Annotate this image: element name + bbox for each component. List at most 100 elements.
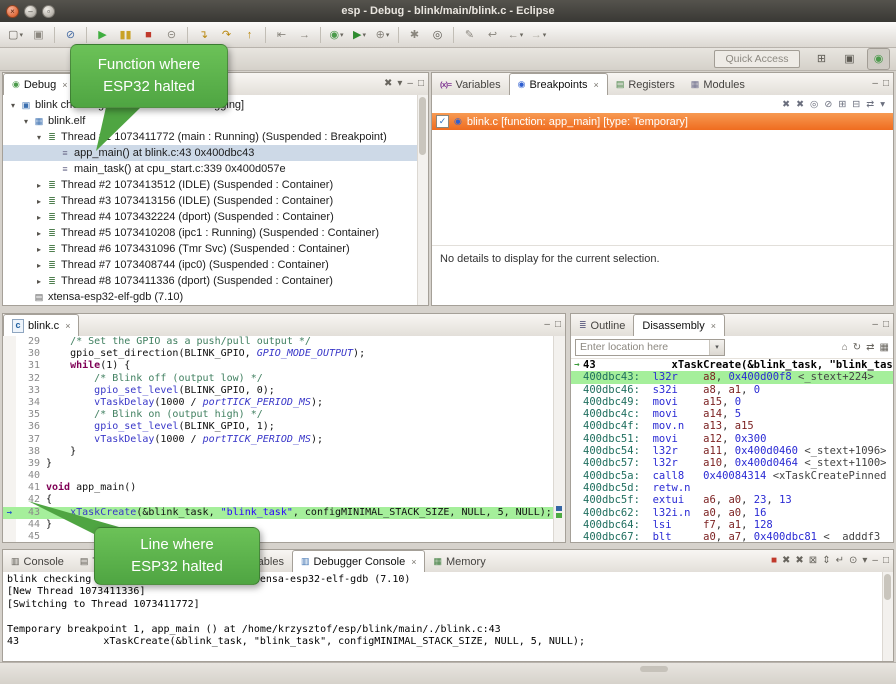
maximize-icon[interactable]: □ <box>883 555 889 566</box>
code-line[interactable]: 40 <box>3 470 554 482</box>
code-line[interactable]: 33 gpio_set_level(BLINK_GPIO, 0); <box>3 385 554 397</box>
tab-outline[interactable]: ≣Outline <box>571 315 633 336</box>
disassembly-line[interactable]: 400dbc62: l32i.n a0, a0, 16 <box>571 507 893 519</box>
tab-close-icon[interactable]: × <box>62 80 67 90</box>
tree-item[interactable]: ▸≣Thread #3 1073413156 (IDLE) (Suspended… <box>3 193 428 209</box>
scroll-lock-icon[interactable]: ⇕ <box>822 555 830 566</box>
build-button[interactable]: ✱ <box>404 25 425 45</box>
disassembly-line[interactable]: 400dbc64: lsi f7, a1, 128 <box>571 519 893 531</box>
maximize-icon[interactable]: □ <box>418 78 424 89</box>
dropdown-arrow-icon[interactable]: ▾ <box>19 31 23 39</box>
debug-button[interactable]: ◉▾ <box>326 25 347 45</box>
drop-to-frame-button[interactable]: ⇤ <box>271 25 292 45</box>
pin-console-icon[interactable]: ⊙ <box>849 555 857 566</box>
maximize-icon[interactable]: □ <box>883 78 889 89</box>
expander-icon[interactable]: ▸ <box>33 229 45 238</box>
dropdown-arrow-icon[interactable]: ▾ <box>520 31 524 39</box>
tree-item[interactable]: ▸≣Thread #4 1073432224 (dport) (Suspende… <box>3 209 428 225</box>
show-breakpoints-for-selection-icon[interactable]: ◎ <box>810 99 818 110</box>
disassembly-line[interactable]: 400dbc4c: movi a14, 5 <box>571 408 893 420</box>
expander-icon[interactable]: ▸ <box>33 245 45 254</box>
code-line[interactable]: 34 vTaskDelay(1000 / portTICK_PERIOD_MS)… <box>3 397 554 409</box>
dropdown-arrow-icon[interactable]: ▾ <box>386 31 390 39</box>
tree-item[interactable]: ▤xtensa-esp32-elf-gdb (7.10) <box>3 289 428 305</box>
home-icon[interactable]: ⌂ <box>842 342 848 353</box>
tree-item[interactable]: ≡app_main() at blink.c:43 0x400dbc43 <box>3 145 428 161</box>
disassembly-line[interactable]: 400dbc43: l32r a8, 0x400d00f8 <_stext+22… <box>571 371 893 383</box>
code-line[interactable]: 32 /* Blink off (output low) */ <box>3 373 554 385</box>
disassembly-line[interactable]: 400dbc5f: extui a6, a0, 23, 13 <box>571 494 893 506</box>
tree-item[interactable]: ▸≣Thread #8 1073411336 (dport) (Suspende… <box>3 273 428 289</box>
editor-overview-ruler[interactable] <box>553 336 565 542</box>
code-line[interactable]: 38 } <box>3 446 554 458</box>
maximize-button[interactable]: ▫ <box>42 5 55 18</box>
disassembly-line[interactable]: 400dbc49: movi a15, 0 <box>571 396 893 408</box>
expander-icon[interactable]: ▸ <box>33 277 45 286</box>
tree-item[interactable]: ▾≣Thread #1 1073411772 (main : Running) … <box>3 129 428 145</box>
horizontal-scrollbar-thumb[interactable] <box>640 666 668 672</box>
minimize-icon[interactable]: – <box>872 78 878 89</box>
code-line[interactable]: 35 /* Blink on (output high) */ <box>3 409 554 421</box>
location-combo[interactable]: Enter location here ▾ <box>575 339 725 356</box>
minimize-icon[interactable]: – <box>872 319 878 330</box>
maximize-icon[interactable]: □ <box>883 319 889 330</box>
new-wizard-button[interactable]: ▢▾ <box>5 25 26 45</box>
tab-close-icon[interactable]: × <box>411 557 416 567</box>
minimize-icon[interactable]: – <box>407 78 413 89</box>
step-over-button[interactable]: ↷ <box>216 25 237 45</box>
skip-all-breakpoints-icon[interactable]: ⊘ <box>824 99 832 110</box>
disassembly-source-line[interactable]: →43 xTaskCreate(&blink_task, "blink_tas <box>571 359 893 371</box>
remove-launch-icon[interactable]: ✖ <box>782 555 790 566</box>
expander-icon[interactable]: ▸ <box>33 197 45 206</box>
tab-blink-c[interactable]: cblink.c× <box>3 314 79 337</box>
quick-access-input[interactable]: Quick Access <box>714 50 800 68</box>
tree-item[interactable]: ▸≣Thread #2 1073413512 (IDLE) (Suspended… <box>3 177 428 193</box>
disassembly-line[interactable]: 400dbc51: movi a12, 0x300 <box>571 433 893 445</box>
disassembly-line[interactable]: 400dbc57: l32r a10, 0x400d0464 <_stext+1… <box>571 457 893 469</box>
tab-modules[interactable]: ▦Modules <box>683 74 753 95</box>
collapse-all-icon[interactable]: ⊟ <box>852 99 860 110</box>
last-edit-button[interactable]: ↩ <box>482 25 503 45</box>
code-line[interactable]: 36 gpio_set_level(BLINK_GPIO, 1); <box>3 421 554 433</box>
code-line[interactable]: 39} <box>3 458 554 470</box>
minimize-icon[interactable]: – <box>872 555 878 566</box>
remove-all-launches-icon[interactable]: ✖ <box>795 555 803 566</box>
code-line[interactable]: 29 /* Set the GPIO as a push/pull output… <box>3 336 554 348</box>
code-line[interactable]: 37 vTaskDelay(1000 / portTICK_PERIOD_MS)… <box>3 434 554 446</box>
tree-item[interactable]: ≡main_task() at cpu_start.c:339 0x400d05… <box>3 161 428 177</box>
minimize-icon[interactable]: – <box>544 319 550 330</box>
run-button[interactable]: ▶▾ <box>349 25 370 45</box>
maximize-icon[interactable]: □ <box>555 319 561 330</box>
disassembly-line[interactable]: 400dbc4f: mov.n a13, a15 <box>571 420 893 432</box>
terminate-icon[interactable]: ■ <box>771 555 777 566</box>
step-return-button[interactable]: ↑ <box>239 25 260 45</box>
link-with-debug-icon[interactable]: ⇄ <box>866 99 874 110</box>
breakpoint-row[interactable]: ✓ ◉ blink.c [function: app_main] [type: … <box>432 113 893 130</box>
instruction-stepping-button[interactable]: → <box>294 25 315 45</box>
word-wrap-icon[interactable]: ↵ <box>836 555 844 566</box>
tab-close-icon[interactable]: × <box>594 80 599 90</box>
expander-icon[interactable]: ▸ <box>33 261 45 270</box>
code-line[interactable]: 30 gpio_set_direction(BLINK_GPIO, GPIO_M… <box>3 348 554 360</box>
skip-breakpoints-button[interactable]: ⊘ <box>60 25 81 45</box>
resume-button[interactable]: ▶ <box>92 25 113 45</box>
debug-perspective-icon[interactable]: ◉ <box>867 48 890 70</box>
disconnect-button[interactable]: ⊝ <box>161 25 182 45</box>
refresh-icon[interactable]: ↻ <box>853 342 861 353</box>
console-body[interactable]: blink checking [GDB Hardware Debugging] … <box>3 572 893 661</box>
overview-marker-breakpoint[interactable] <box>556 506 562 511</box>
tab-debug[interactable]: ◉Debug× <box>3 73 77 96</box>
code-line[interactable]: 31 while(1) { <box>3 360 554 372</box>
code-line[interactable]: 41void app_main() <box>3 482 554 494</box>
console-scrollbar[interactable] <box>882 572 893 661</box>
tab-close-icon[interactable]: × <box>711 321 716 331</box>
step-into-button[interactable]: ↴ <box>193 25 214 45</box>
forward-button[interactable]: →▾ <box>528 25 549 45</box>
disassembly-line[interactable]: 400dbc67: blt a0, a7, 0x400dbc81 <__addd… <box>571 531 893 542</box>
remove-all-breakpoints-icon[interactable]: ✖ <box>796 99 804 110</box>
expander-icon[interactable]: ▸ <box>33 213 45 222</box>
options-icon[interactable]: ▦ <box>880 342 889 353</box>
annotation-button[interactable]: ✎ <box>459 25 480 45</box>
display-console-icon[interactable]: ▾ <box>862 555 867 566</box>
open-perspective-icon[interactable]: ⊞ <box>811 49 832 69</box>
